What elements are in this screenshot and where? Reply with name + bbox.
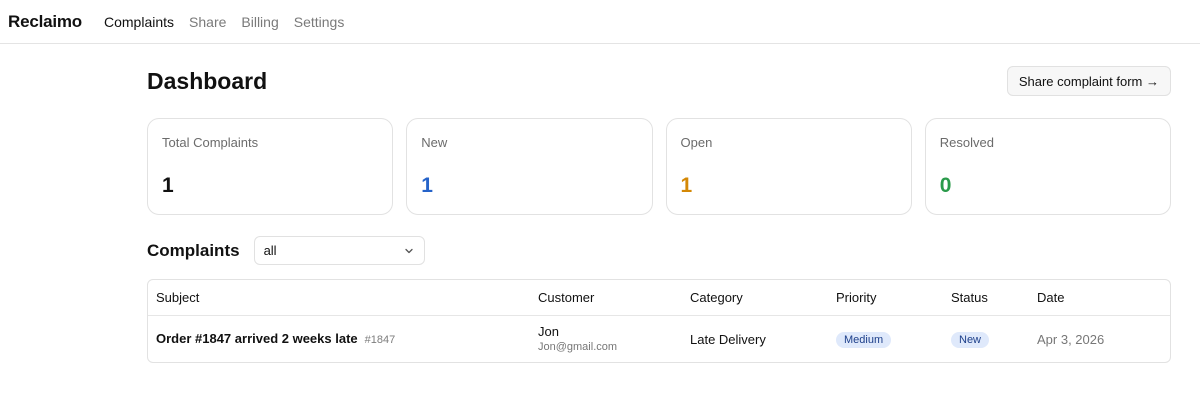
stat-label: New [421,135,448,150]
stat-card-new: New 1 [406,118,653,215]
chevron-down-icon [404,248,413,253]
status-badge: New [951,332,990,348]
priority-badge: Medium [836,332,892,348]
customer-name: Jon [538,324,559,339]
cell-status: New [951,330,1037,348]
nav-link-settings[interactable]: Settings [294,14,345,30]
page-title: Dashboard [147,67,268,94]
stat-card-total: Total Complaints 1 [147,118,394,215]
column-header-date[interactable]: Date [1037,290,1157,305]
nav-link-billing[interactable]: Billing [241,14,278,30]
nav-link-share[interactable]: Share [189,14,226,30]
stat-label: Total Complaints [162,135,259,150]
complaints-toolbar: Complaints all [147,236,1171,265]
table-header: Subject Customer Category Priority Statu… [148,280,1170,316]
customer-email: Jon@gmail.com [538,341,618,353]
cell-category: Late Delivery [690,331,766,347]
top-nav: Reclaimo Complaints Share Billing Settin… [0,0,1200,44]
stat-label: Resolved [939,135,994,150]
stat-value: 1 [162,174,174,197]
column-header-category[interactable]: Category [690,290,836,305]
stat-value: 0 [939,174,952,197]
cell-subject: Order #1847 arrived 2 weeks late #1847 [148,330,538,348]
column-header-subject[interactable]: Subject [148,290,538,305]
cell-priority: Medium [836,330,951,348]
column-header-status[interactable]: Status [951,290,1037,305]
stat-value: 1 [680,174,693,197]
filter-selected-value: all [263,243,277,258]
column-header-priority[interactable]: Priority [836,290,951,305]
nav-link-complaints[interactable]: Complaints [104,14,174,30]
stat-card-resolved: Resolved 0 [924,118,1171,215]
cell-date: Apr 3, 2026 [1037,331,1105,347]
main-content: Dashboard Share complaint form → Total C… [147,44,1171,363]
dashboard-header: Dashboard Share complaint form → [147,44,1171,118]
complaint-id: #1847 [364,334,396,346]
brand-logo[interactable]: Reclaimo [8,12,82,32]
stat-card-open: Open 1 [665,118,912,215]
complaints-section-title: Complaints [147,240,240,260]
complaints-table: Subject Customer Category Priority Statu… [147,279,1171,363]
complaint-subject[interactable]: Order #1847 arrived 2 weeks late [156,331,358,346]
table-row[interactable]: Order #1847 arrived 2 weeks late #1847 Jo… [148,316,1170,362]
cell-customer: Jon Jon@gmail.com [538,324,690,354]
stats-row: Total Complaints 1 New 1 Open 1 Resolved… [147,118,1171,215]
share-complaint-form-button[interactable]: Share complaint form → [1006,66,1171,96]
column-header-customer[interactable]: Customer [538,290,690,305]
stat-label: Open [680,135,713,150]
status-filter-select[interactable]: all [253,236,425,265]
stat-value: 1 [421,174,433,197]
